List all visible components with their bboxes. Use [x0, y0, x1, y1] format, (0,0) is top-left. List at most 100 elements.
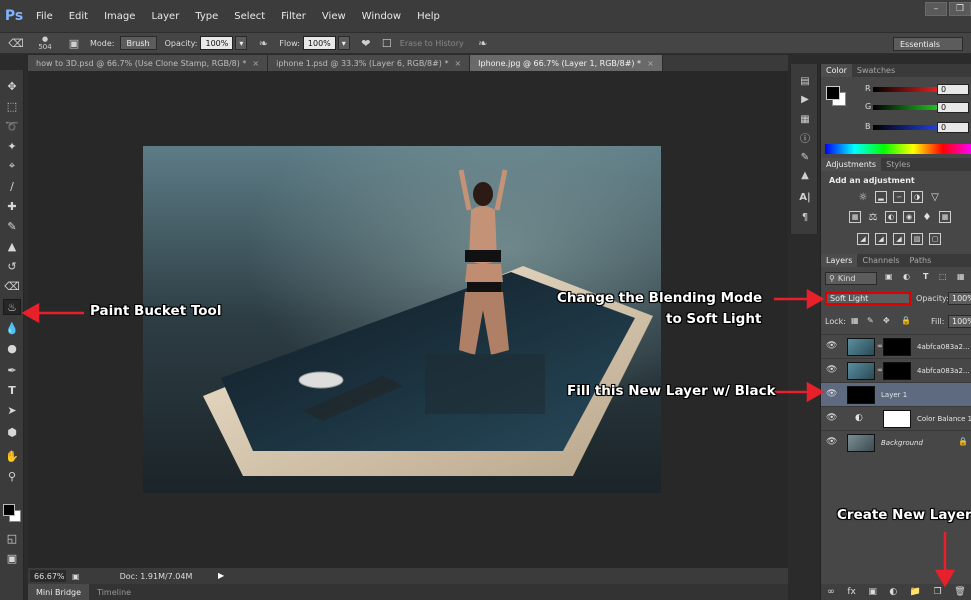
lock-transparent-icon[interactable]: ▦: [851, 316, 859, 325]
layer-mask-thumbnail[interactable]: [883, 362, 911, 380]
tab-how-to-3d[interactable]: how to 3D.psd @ 66.7% (Use Clone Stamp, …: [28, 55, 269, 71]
paint-bucket-tool-icon[interactable]: ♨: [3, 299, 21, 315]
dodge-tool-icon[interactable]: ●: [3, 340, 21, 356]
brush-tool-icon[interactable]: ✎: [3, 218, 21, 234]
properties-panel-icon[interactable]: ▦: [797, 112, 813, 126]
levels-icon[interactable]: ▂: [875, 191, 887, 203]
info-panel-icon[interactable]: ⓘ: [797, 130, 813, 145]
mask-icon[interactable]: ▣: [868, 587, 877, 597]
lock-image-icon[interactable]: ✎: [867, 316, 874, 325]
gradient-map-icon[interactable]: ▧: [911, 233, 923, 245]
group-icon[interactable]: 📁: [910, 587, 921, 597]
quick-mask-icon[interactable]: ◱: [3, 530, 21, 546]
visibility-eye-icon[interactable]: 👁: [826, 413, 838, 425]
posterize-icon[interactable]: ◢: [875, 233, 887, 245]
pressure-size-icon[interactable]: ❧: [475, 35, 491, 51]
kind-filter-dropdown[interactable]: ⚲ Kind: [825, 272, 877, 285]
restore-button[interactable]: ❐: [949, 2, 971, 16]
hand-tool-icon[interactable]: ✋: [3, 448, 21, 464]
channel-mixer-icon[interactable]: ♦: [921, 211, 933, 223]
mode-dropdown[interactable]: Brush: [119, 36, 157, 50]
pressure-opacity-icon[interactable]: ❧: [255, 35, 271, 51]
filter-smart-icon[interactable]: ▦: [957, 272, 965, 281]
color-spectrum-bar[interactable]: [825, 144, 971, 154]
airbrush-icon[interactable]: ❤: [358, 35, 374, 51]
brush-preset-picker[interactable]: ● 504: [32, 35, 58, 51]
new-layer-icon[interactable]: ❐: [934, 587, 942, 597]
minimize-button[interactable]: –: [925, 2, 947, 16]
link-icon[interactable]: ∞: [827, 587, 835, 597]
tab-adjustments[interactable]: Adjustments: [821, 158, 882, 171]
layer-fill-field[interactable]: 100%: [948, 315, 971, 328]
red-track[interactable]: [873, 87, 937, 92]
brightness-icon[interactable]: ☼: [857, 191, 869, 203]
layer-row-selected[interactable]: 👁 Layer 1: [821, 382, 971, 406]
black-white-icon[interactable]: ◐: [885, 211, 897, 223]
layer-opacity-field[interactable]: 100%: [948, 292, 971, 305]
brush-presets-icon[interactable]: ✎: [797, 150, 813, 164]
path-select-tool-icon[interactable]: ➤: [3, 402, 21, 418]
layer-name[interactable]: 4abfca083a2...: [917, 343, 970, 351]
adjustment-icon[interactable]: ◐: [889, 587, 897, 597]
flow-field[interactable]: 100%: [302, 36, 336, 50]
close-icon[interactable]: ×: [252, 59, 259, 68]
layer-name[interactable]: 4abfca083a2...: [917, 367, 970, 375]
foreground-color-swatch[interactable]: [3, 504, 15, 516]
color-lookup-icon[interactable]: ▦: [939, 211, 951, 223]
hue-saturation-icon[interactable]: ▦: [849, 211, 861, 223]
filter-shape-icon[interactable]: ⬚: [939, 272, 947, 281]
menu-help[interactable]: Help: [409, 11, 448, 22]
character-panel-icon[interactable]: A|: [797, 190, 813, 204]
layer-name[interactable]: Layer 1: [881, 391, 907, 399]
invert-icon[interactable]: ◢: [857, 233, 869, 245]
menu-filter[interactable]: Filter: [273, 11, 314, 22]
history-brush-tool-icon[interactable]: ↺: [3, 258, 21, 274]
tab-channels[interactable]: Channels: [857, 254, 904, 267]
screen-mode-icon[interactable]: ▣: [3, 550, 21, 566]
menu-view[interactable]: View: [314, 11, 354, 22]
layer-mask-thumbnail[interactable]: [883, 410, 911, 428]
green-value[interactable]: 0: [937, 102, 969, 113]
threshold-icon[interactable]: ◢: [893, 233, 905, 245]
color-balance-icon[interactable]: ⚖: [867, 211, 879, 223]
shape-tool-icon[interactable]: ⬢: [3, 424, 21, 440]
tab-iphone-1[interactable]: iphone 1.psd @ 33.3% (Layer 6, RGB/8#) *…: [268, 55, 471, 71]
menu-layer[interactable]: Layer: [143, 11, 187, 22]
move-tool-icon[interactable]: ✥: [3, 78, 21, 94]
menu-edit[interactable]: Edit: [61, 11, 96, 22]
close-icon[interactable]: ×: [647, 59, 654, 68]
tab-timeline[interactable]: Timeline: [89, 584, 139, 600]
filter-type-icon[interactable]: T: [923, 272, 928, 281]
layer-mask-thumbnail[interactable]: [883, 338, 911, 356]
color-foreground-swatch[interactable]: [826, 86, 840, 100]
zoom-level[interactable]: 66.67%: [30, 570, 66, 582]
selective-color-icon[interactable]: ▢: [929, 233, 941, 245]
tab-color[interactable]: Color: [821, 64, 852, 77]
vibrance-icon[interactable]: ▽: [929, 191, 941, 203]
marquee-tool-icon[interactable]: ⬚: [3, 98, 21, 114]
tab-iphone-jpg[interactable]: Iphone.jpg @ 66.7% (Layer 1, RGB/8#) * ×: [470, 55, 663, 71]
menu-select[interactable]: Select: [226, 11, 273, 22]
layer-name[interactable]: Color Balance 1: [917, 415, 971, 423]
visibility-eye-icon[interactable]: 👁: [826, 365, 838, 377]
tab-mini-bridge[interactable]: Mini Bridge: [28, 584, 90, 600]
zoom-tool-icon[interactable]: ⚲: [3, 468, 21, 484]
blue-track[interactable]: [873, 125, 937, 130]
pen-tool-icon[interactable]: ✒: [3, 362, 21, 378]
blue-slider[interactable]: B 0: [865, 122, 971, 134]
menu-file[interactable]: File: [28, 11, 61, 22]
visibility-eye-icon[interactable]: 👁: [826, 389, 838, 401]
visibility-eye-icon[interactable]: 👁: [826, 341, 838, 353]
clone-source-icon[interactable]: ▲: [797, 168, 813, 182]
filter-adjustment-icon[interactable]: ◐: [903, 272, 910, 281]
green-slider[interactable]: G 0: [865, 102, 971, 114]
tab-styles[interactable]: Styles: [881, 158, 915, 171]
crop-tool-icon[interactable]: ⌖: [3, 158, 21, 174]
blue-value[interactable]: 0: [937, 122, 969, 133]
eraser-tool-icon[interactable]: ⌫: [3, 278, 21, 294]
blur-tool-icon[interactable]: 💧: [3, 320, 21, 336]
history-panel-icon[interactable]: ▤: [797, 74, 813, 88]
workspace-dropdown[interactable]: Essentials: [893, 37, 963, 51]
layer-row[interactable]: 👁 Background 🔒: [821, 430, 971, 454]
curves-icon[interactable]: ∽: [893, 191, 905, 203]
